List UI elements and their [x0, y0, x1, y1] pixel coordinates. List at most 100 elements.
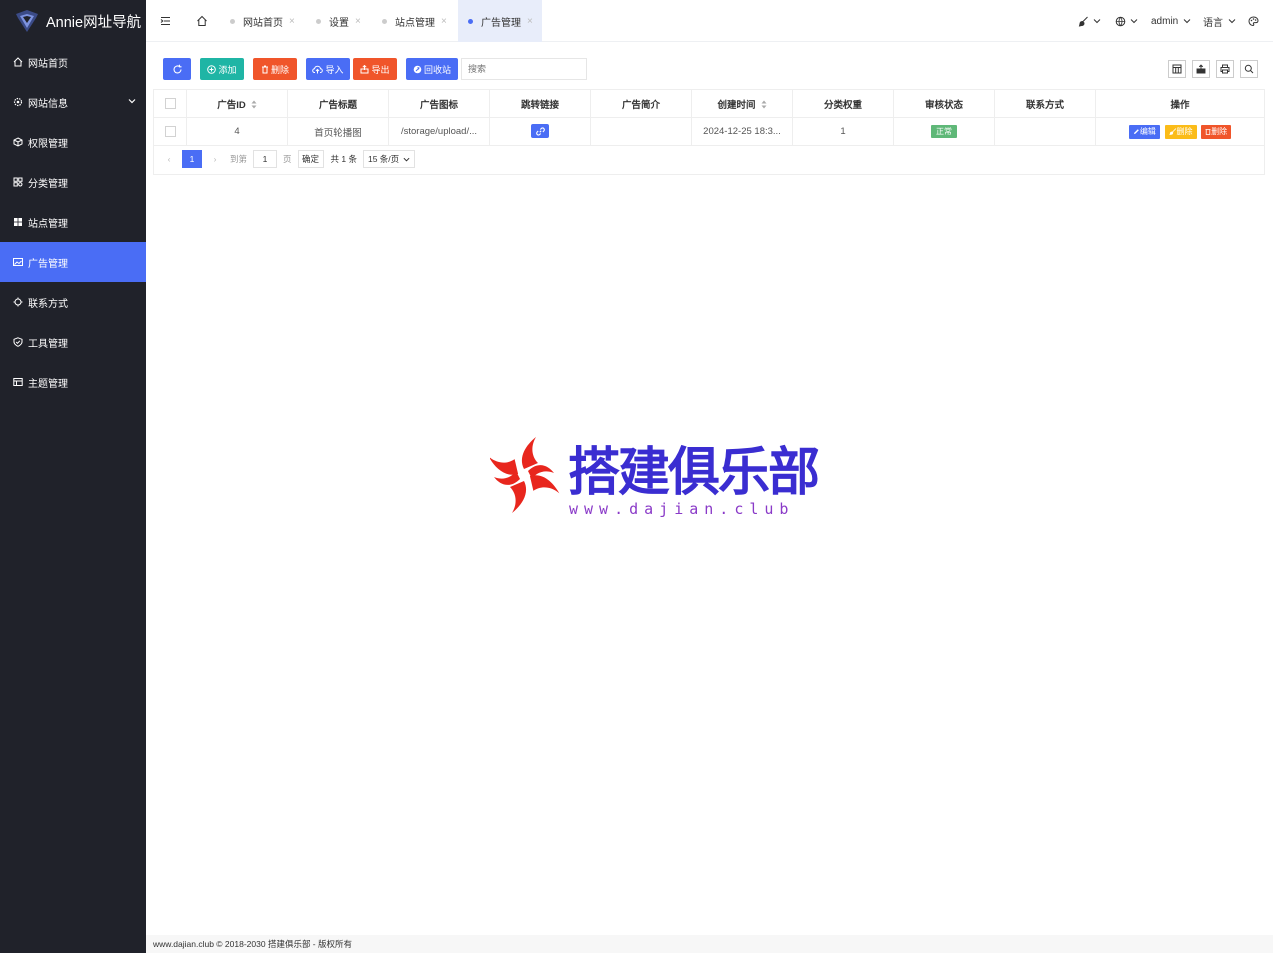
page-current[interactable]: 1: [182, 150, 202, 168]
globe-icon: [1115, 16, 1126, 26]
link-button[interactable]: [531, 124, 549, 139]
column-header[interactable]: 创建时间: [691, 89, 793, 118]
home-tab-button[interactable]: [190, 0, 214, 42]
sidebar-item-site-info[interactable]: 网站信息: [0, 82, 146, 122]
username: admin: [1151, 15, 1179, 27]
close-icon[interactable]: ×: [527, 16, 533, 27]
watermark-subtitle: www.dajian.club: [569, 500, 795, 518]
recycle-bin-button[interactable]: 回收站: [406, 58, 458, 80]
app-logo[interactable]: Annie网址导航: [0, 0, 146, 42]
sidebar-item-label: 权限管理: [28, 138, 68, 150]
delete-row-button[interactable]: 删除: [1201, 124, 1232, 139]
sort-icon[interactable]: [251, 100, 257, 109]
next-page-button[interactable]: ›: [206, 154, 224, 164]
tab-settings[interactable]: 设置 ×: [316, 0, 361, 42]
cloud-upload-icon: [312, 65, 324, 73]
column-header: 广告简介: [590, 89, 692, 118]
category-icon: [13, 177, 23, 187]
print-button[interactable]: [1216, 60, 1234, 78]
export-tool-button[interactable]: [1192, 60, 1210, 78]
goto-label: 到第: [230, 154, 248, 164]
columns-icon: [1172, 64, 1182, 74]
search-input[interactable]: [461, 58, 587, 80]
top-bar: 网站首页 × 设置 × 站点管理 × 广告管理 × admin 语言: [146, 0, 1273, 42]
tab-sites[interactable]: 站点管理 ×: [382, 0, 447, 42]
tab-label: 网站首页: [243, 17, 283, 29]
column-header[interactable]: 广告ID: [186, 89, 288, 118]
goto-confirm-button[interactable]: 确定: [297, 150, 324, 168]
tab-site-home[interactable]: 网站首页 ×: [230, 0, 295, 42]
recycle-label: 回收站: [423, 64, 451, 75]
refresh-icon: [172, 64, 182, 73]
sidebar-item-ads[interactable]: 广告管理: [0, 242, 146, 282]
theme-dropdown[interactable]: [1078, 0, 1101, 42]
sidebar-item-home[interactable]: 网站首页: [0, 42, 146, 82]
chevron-down-icon: [1183, 19, 1191, 24]
import-label: 导入: [325, 64, 344, 75]
export-button[interactable]: 导出: [353, 58, 397, 80]
menu-toggle-button[interactable]: [154, 0, 176, 42]
soft-delete-button[interactable]: 删除: [1164, 124, 1197, 139]
sidebar-item-permissions[interactable]: 权限管理: [0, 122, 146, 162]
sidebar-item-categories[interactable]: 分类管理: [0, 162, 146, 202]
column-header: 广告标题: [287, 89, 389, 118]
user-dropdown[interactable]: admin: [1151, 0, 1191, 42]
sidebar-item-label: 工具管理: [28, 338, 68, 350]
recycle-icon: [413, 65, 422, 73]
import-button[interactable]: 导入: [306, 58, 350, 80]
plus-circle-icon: [207, 64, 217, 74]
home-icon: [13, 57, 23, 67]
cell-icon-path: /storage/upload/...: [388, 117, 490, 146]
chevron-down-icon: [1228, 19, 1236, 24]
add-button[interactable]: 添加: [200, 58, 244, 80]
sidebar-item-themes[interactable]: 主题管理: [0, 362, 146, 402]
pinwheel-logo-icon: [490, 437, 560, 513]
page-size-select[interactable]: 15 条/页: [362, 150, 415, 168]
palette-icon: [1248, 15, 1259, 26]
logo-shield-icon: [16, 10, 38, 32]
footer-copyright: www.dajian.club © 2018-2030 搭建俱乐部 - 版权所有: [153, 939, 352, 949]
sort-icon[interactable]: [761, 100, 767, 109]
edit-button[interactable]: 编辑: [1128, 124, 1160, 139]
cell-id: 4: [186, 117, 288, 146]
language-dropdown[interactable]: 语言: [1203, 0, 1236, 42]
shield-icon: [13, 337, 23, 347]
palette-button[interactable]: [1248, 0, 1259, 42]
export-icon: [360, 64, 369, 73]
watermark-title: 搭建俱乐部: [568, 443, 820, 503]
tab-dot: [468, 18, 473, 24]
close-icon[interactable]: ×: [289, 16, 295, 27]
sidebar-item-sites[interactable]: 站点管理: [0, 202, 146, 242]
language-label: 语言: [1203, 17, 1223, 29]
globe-dropdown[interactable]: [1115, 0, 1138, 42]
status-badge[interactable]: 正常: [931, 125, 957, 138]
cell-weight: 1: [792, 117, 894, 146]
tab-dot: [316, 18, 321, 24]
search-icon: [1244, 64, 1254, 74]
search-toggle-button[interactable]: [1240, 60, 1258, 78]
tab-label: 广告管理: [481, 17, 521, 29]
tab-ads[interactable]: 广告管理 ×: [458, 0, 542, 42]
cube-icon: [13, 137, 23, 147]
close-icon[interactable]: ×: [441, 16, 447, 27]
watermark-logo: 搭建俱乐部 www.dajian.club: [490, 428, 820, 523]
gear-icon: [13, 97, 23, 107]
chevron-down-icon: [1130, 19, 1138, 24]
sidebar-item-contact[interactable]: 联系方式: [0, 282, 146, 322]
goto-page-input[interactable]: 1: [253, 150, 278, 168]
delete-button[interactable]: 删除: [253, 58, 297, 80]
cell-status: 正常: [893, 117, 995, 146]
prev-page-button[interactable]: ‹: [160, 154, 178, 164]
tab-label: 设置: [329, 17, 349, 29]
trash-icon: [261, 65, 268, 73]
columns-button[interactable]: [1168, 60, 1186, 78]
refresh-button[interactable]: [163, 58, 191, 80]
close-icon[interactable]: ×: [355, 16, 361, 27]
page-label: 页: [283, 154, 292, 164]
select-all-checkbox[interactable]: [164, 97, 176, 109]
sidebar-item-tools[interactable]: 工具管理: [0, 322, 146, 362]
table-toolbar: 添加 删除 导入 导出 回收站: [163, 58, 587, 80]
cell-actions: 编辑 删除 删除: [1095, 117, 1265, 146]
select-all-cell: [153, 89, 187, 118]
row-checkbox[interactable]: [164, 125, 176, 137]
